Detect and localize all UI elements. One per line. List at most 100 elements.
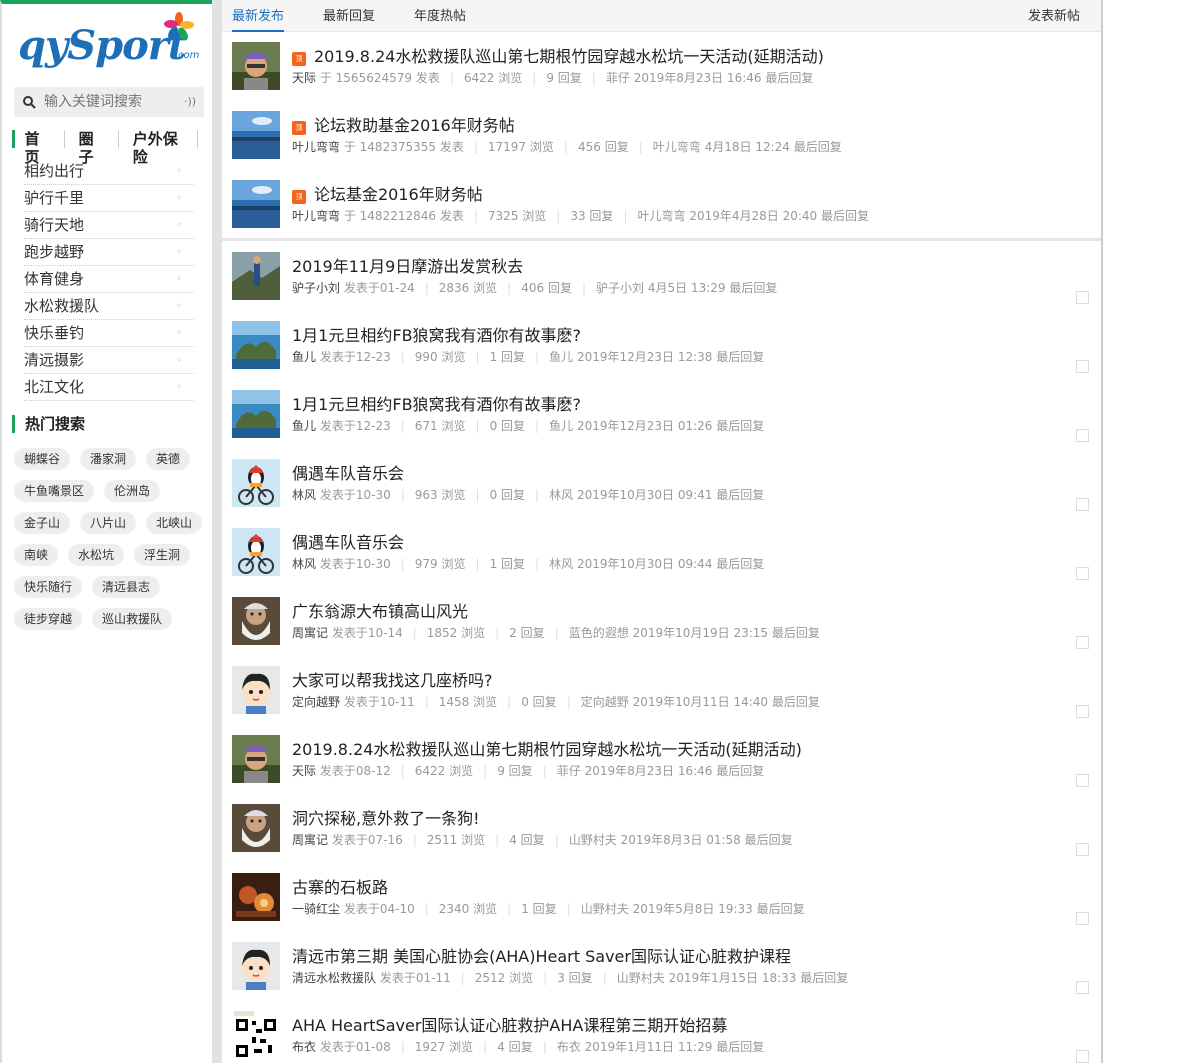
thread-author[interactable]: 叶儿弯弯 — [292, 209, 340, 223]
forum-item[interactable]: 快乐垂钓 — [24, 320, 194, 347]
last-reply-user[interactable]: 布衣 — [557, 1040, 581, 1054]
select-checkbox[interactable] — [1076, 843, 1089, 856]
user-avatar[interactable] — [232, 873, 280, 921]
tag[interactable]: 水松坑 — [68, 544, 125, 566]
thread-title-text[interactable]: 大家可以帮我找这几座桥吗? — [292, 671, 493, 690]
thread-row[interactable]: 清远市第三期 美国心脏协会(AHA)Heart Saver国际认证心脏救护课程清… — [222, 939, 1101, 1008]
thread-author[interactable]: 天际 — [292, 71, 316, 85]
thread-row[interactable]: 大家可以帮我找这几座桥吗? 定向越野 发表于10-11 | 1458 浏览 | 0 回复 |… — [222, 663, 1101, 732]
user-avatar[interactable] — [232, 321, 280, 369]
thread-author[interactable]: 一骑红尘 — [292, 902, 340, 916]
last-reply-user[interactable]: 叶儿弯弯 — [637, 209, 685, 223]
thread-row[interactable]: 古寨的石板路 一骑红尘 发表于04-10 | 2340 浏览 | 1 回复 | 山野村夫 20… — [222, 870, 1101, 939]
last-reply-user[interactable]: 山野村夫 — [569, 833, 617, 847]
thread-row[interactable]: 2019.8.24水松救援队巡山第七期根竹园穿越水松坑一天活动(延期活动) 天际 … — [222, 732, 1101, 801]
thread-title[interactable]: 顶论坛基金2016年财务帖 — [292, 181, 483, 205]
tag[interactable]: 牛鱼嘴景区 — [14, 480, 95, 502]
forum-item[interactable]: 相约出行 — [24, 158, 194, 185]
forum-item[interactable]: 驴行千里 — [24, 185, 194, 212]
thread-title-text[interactable]: 1月1元旦相约FB狼窝我有酒你有故事麽? — [292, 326, 581, 345]
tab-annual-hot[interactable]: 年度热帖 — [414, 0, 466, 32]
user-avatar[interactable] — [232, 666, 280, 714]
thread-author[interactable]: 周寓记 — [292, 626, 328, 640]
forum-item[interactable]: 跑步越野 — [24, 239, 194, 266]
thread-author[interactable]: 定向越野 — [292, 695, 340, 709]
search-input[interactable] — [44, 87, 179, 117]
thread-title-text[interactable]: 偶遇车队音乐会 — [292, 464, 404, 483]
last-reply-user[interactable]: 鱼儿 — [549, 419, 573, 433]
pinned-thread-row[interactable]: 顶 2019.8.24水松救援队巡山第七期根竹园穿越水松坑一天活动(延期活动) 天际… — [222, 39, 1101, 108]
select-checkbox[interactable] — [1076, 981, 1089, 994]
tag[interactable]: 英德 — [146, 448, 191, 470]
select-checkbox[interactable] — [1076, 429, 1089, 442]
thread-row[interactable]: 偶遇车队音乐会 林风 发表于10-30 | 963 浏览 | 0 回复 | 林风 2019年1… — [222, 456, 1101, 525]
pinned-thread-row[interactable]: 顶论坛救助基金2016年财务帖 叶儿弯弯 于 1482375355 发表 | 1719… — [222, 108, 1101, 177]
new-post-button[interactable]: 发表新帖 — [1028, 0, 1080, 32]
last-reply-user[interactable]: 林风 — [549, 488, 573, 502]
thread-title[interactable]: 1月1元旦相约FB狼窝我有酒你有故事麽? — [292, 322, 581, 346]
user-avatar[interactable] — [232, 252, 280, 300]
thread-row[interactable]: 2019年11月9日摩游出发赏秋去 驴子小刘 发表于01-24 | 2836 浏览 | 4… — [222, 249, 1101, 318]
site-logo[interactable]: qySport com — [16, 8, 206, 78]
last-reply-user[interactable]: 鱼儿 — [549, 350, 573, 364]
tag[interactable]: 快乐随行 — [14, 576, 83, 598]
last-reply-user[interactable]: 菲仔 — [557, 764, 581, 778]
tag[interactable]: 浮生洞 — [134, 544, 191, 566]
thread-title-text[interactable]: AHA HeartSaver国际认证心脏救护AHA课程第三期开始招募 — [292, 1016, 727, 1035]
thread-row[interactable]: AHA HeartSaver国际认证心脏救护AHA课程第三期开始招募 布衣 发表于… — [222, 1008, 1101, 1063]
user-avatar[interactable] — [232, 390, 280, 438]
thread-row[interactable]: 广东翁源大布镇高山风光 周寓记 发表于10-14 | 1852 浏览 | 2 回复 | 蓝色的… — [222, 594, 1101, 663]
thread-author[interactable]: 林风 — [292, 557, 316, 571]
tag[interactable]: 北峡山 — [146, 512, 203, 534]
thread-title-text[interactable]: 2019.8.24水松救援队巡山第七期根竹园穿越水松坑一天活动(延期活动) — [314, 47, 824, 66]
last-reply-user[interactable]: 驴子小刘 — [596, 281, 644, 295]
tag[interactable]: 蝴蝶谷 — [14, 448, 71, 470]
thread-author[interactable]: 周寓记 — [292, 833, 328, 847]
thread-title-text[interactable]: 偶遇车队音乐会 — [292, 533, 404, 552]
forum-item[interactable]: 体育健身 — [24, 266, 194, 293]
user-avatar[interactable] — [232, 1011, 280, 1059]
thread-author[interactable]: 鱼儿 — [292, 419, 316, 433]
thread-row[interactable]: 偶遇车队音乐会 林风 发表于10-30 | 979 浏览 | 1 回复 | 林风 2019年1… — [222, 525, 1101, 594]
nav-insurance[interactable]: 户外保险 — [133, 130, 198, 166]
thread-author[interactable]: 布衣 — [292, 1040, 316, 1054]
voice-icon[interactable]: ·)) — [184, 95, 196, 108]
tag[interactable]: 南峡 — [14, 544, 59, 566]
select-checkbox[interactable] — [1076, 360, 1089, 373]
user-avatar[interactable] — [232, 804, 280, 852]
thread-title[interactable]: 偶遇车队音乐会 — [292, 460, 404, 484]
user-avatar[interactable] — [232, 528, 280, 576]
thread-title[interactable]: 偶遇车队音乐会 — [292, 529, 404, 553]
thread-title[interactable]: 大家可以帮我找这几座桥吗? — [292, 667, 493, 691]
last-reply-user[interactable]: 蓝色的遐想 — [569, 626, 629, 640]
thread-title-text[interactable]: 1月1元旦相约FB狼窝我有酒你有故事麽? — [292, 395, 581, 414]
thread-title-text[interactable]: 2019.8.24水松救援队巡山第七期根竹园穿越水松坑一天活动(延期活动) — [292, 740, 802, 759]
thread-title[interactable]: 顶 2019.8.24水松救援队巡山第七期根竹园穿越水松坑一天活动(延期活动) — [292, 43, 824, 67]
select-checkbox[interactable] — [1076, 567, 1089, 580]
forum-item[interactable]: 清远摄影 — [24, 347, 194, 374]
last-reply-user[interactable]: 山野村夫 — [581, 902, 629, 916]
last-reply-user[interactable]: 叶儿弯弯 — [653, 140, 701, 154]
tag[interactable]: 金子山 — [14, 512, 71, 534]
thread-title[interactable]: 洞穴探秘,意外救了一条狗! — [292, 805, 480, 829]
thread-title-text[interactable]: 清远市第三期 美国心脏协会(AHA)Heart Saver国际认证心脏救护课程 — [292, 947, 791, 966]
thread-author[interactable]: 鱼儿 — [292, 350, 316, 364]
thread-title-text[interactable]: 2019年11月9日摩游出发赏秋去 — [292, 257, 523, 276]
user-avatar[interactable] — [232, 942, 280, 990]
select-checkbox[interactable] — [1076, 636, 1089, 649]
thread-author[interactable]: 林风 — [292, 488, 316, 502]
thread-author[interactable]: 天际 — [292, 764, 316, 778]
thread-title[interactable]: 广东翁源大布镇高山风光 — [292, 598, 468, 622]
forum-item[interactable]: 北江文化 — [24, 374, 194, 401]
user-avatar[interactable] — [232, 42, 280, 90]
forum-item[interactable]: 骑行天地 — [24, 212, 194, 239]
thread-row[interactable]: 洞穴探秘,意外救了一条狗! 周寓记 发表于07-16 | 2511 浏览 | 4 回复 | 山… — [222, 801, 1101, 870]
thread-row[interactable]: 1月1元旦相约FB狼窝我有酒你有故事麽? 鱼儿 发表于12-23 | 990 浏览 | 1… — [222, 318, 1101, 387]
tab-latest[interactable]: 最新发布 — [232, 0, 285, 32]
user-avatar[interactable] — [232, 735, 280, 783]
last-reply-user[interactable]: 菲仔 — [606, 71, 630, 85]
thread-author[interactable]: 清远水松救援队 — [292, 971, 376, 985]
thread-title[interactable]: AHA HeartSaver国际认证心脏救护AHA课程第三期开始招募 — [292, 1012, 727, 1036]
user-avatar[interactable] — [232, 459, 280, 507]
forum-item[interactable]: 水松救援队 — [24, 293, 194, 320]
